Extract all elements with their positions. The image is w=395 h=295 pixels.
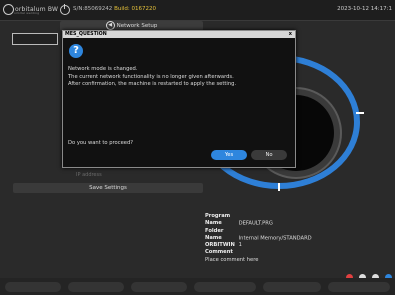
serial-info: S/N:85069242 Build: 0167220 [73, 6, 156, 12]
logo-ring-icon [3, 4, 14, 15]
bottom-button[interactable] [263, 282, 321, 292]
close-icon[interactable]: x [289, 31, 292, 38]
program-name-row: Program Name DEFAULT.PRG [205, 213, 273, 227]
status-icons [345, 266, 392, 281]
bottom-button[interactable] [68, 282, 124, 292]
save-settings-button[interactable]: Save Settings [13, 183, 203, 193]
bottom-button[interactable] [328, 282, 390, 292]
comment-row: Comment [205, 249, 233, 256]
datetime: 2023-10-12 14:17:1 [337, 6, 392, 12]
ip-address-label: IP address [76, 172, 102, 178]
power-icon[interactable] [60, 4, 70, 15]
top-bar: orbitalum BW orbital welding S/N:8506924… [0, 0, 395, 21]
program-info: Program Name DEFAULT.PRG Folder Name Int… [205, 213, 312, 264]
question-icon: ? [69, 44, 83, 58]
folder-name-row: Folder Name Internal Memory/STANDARD [205, 227, 312, 241]
logo: orbitalum BW orbital welding [3, 4, 58, 15]
bottom-button[interactable] [194, 282, 256, 292]
orbitwin-row: ORBITWIN 1 [205, 242, 242, 249]
comment-text: Place comment here [205, 256, 259, 263]
bottom-button[interactable] [5, 282, 61, 292]
back-arrow-icon[interactable]: ◀ [105, 21, 115, 30]
no-button[interactable]: No [251, 150, 287, 160]
gauge-tick [356, 112, 364, 114]
dialog-prompt: Do you want to proceed? [68, 140, 134, 146]
input-field[interactable] [12, 33, 58, 45]
bottom-button[interactable] [131, 282, 187, 292]
dialog-titlebar: MES_QUESTION x [63, 31, 295, 38]
yes-button[interactable]: Yes [211, 150, 247, 160]
dialog-message: Network mode is changed. The current net… [68, 66, 237, 87]
dialog-title: MES_QUESTION [65, 32, 107, 37]
question-dialog: MES_QUESTION x ? Network mode is changed… [62, 30, 296, 168]
gauge-tick [278, 183, 280, 191]
